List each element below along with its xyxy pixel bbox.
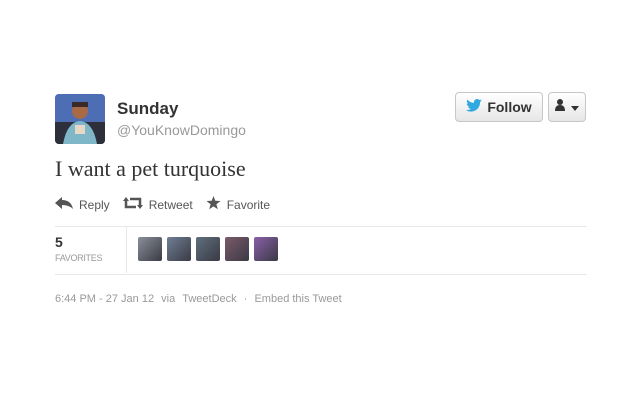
favoriter-avatar[interactable]: [225, 237, 249, 261]
twitter-bird-icon: [466, 99, 483, 115]
user-actions-dropdown[interactable]: [548, 92, 586, 122]
meta-separator: ·: [243, 293, 248, 305]
favorites-count[interactable]: 5: [55, 234, 63, 250]
reply-button[interactable]: Reply: [55, 197, 110, 212]
embed-tweet-link[interactable]: Embed this Tweet: [254, 293, 341, 305]
follow-label: Follow: [487, 99, 532, 115]
star-icon: [206, 196, 227, 213]
divider: [55, 274, 587, 275]
client-link[interactable]: TweetDeck: [182, 293, 236, 305]
tweet-stats: 5 FAVORITES: [55, 227, 587, 274]
favorite-button[interactable]: Favorite: [206, 196, 270, 213]
tweet-text: I want a pet turquoise: [55, 156, 246, 181]
retweet-button[interactable]: Retweet: [122, 197, 193, 212]
stats-separator: [126, 227, 127, 273]
chevron-down-icon: [571, 98, 579, 116]
favoriters-avatars: [138, 237, 283, 261]
favoriter-avatar[interactable]: [167, 237, 191, 261]
user-handle[interactable]: @YouKnowDomingo: [117, 122, 246, 138]
retweet-icon: [122, 197, 149, 212]
tweet-metadata: 6:44 PM - 27 Jan 12 via TweetDeck · Embe…: [55, 293, 342, 305]
retweet-label: Retweet: [148, 197, 193, 212]
reply-icon: [55, 197, 79, 212]
favorite-label: Favorite: [226, 197, 271, 212]
reply-label: Reply: [79, 197, 110, 212]
timestamp-link[interactable]: 6:44 PM - 27 Jan 12: [55, 293, 154, 305]
favorites-label: FAVORITES: [55, 253, 103, 263]
follow-button[interactable]: Follow: [455, 92, 543, 122]
tweet-actions: Reply Retweet Favorite: [55, 196, 283, 213]
avatar[interactable]: [55, 94, 105, 144]
user-fullname[interactable]: Sunday: [117, 99, 178, 119]
favoriter-avatar[interactable]: [254, 237, 278, 261]
favoriter-avatar[interactable]: [196, 237, 220, 261]
favoriter-avatar[interactable]: [138, 237, 162, 261]
via-text: via: [161, 293, 176, 305]
